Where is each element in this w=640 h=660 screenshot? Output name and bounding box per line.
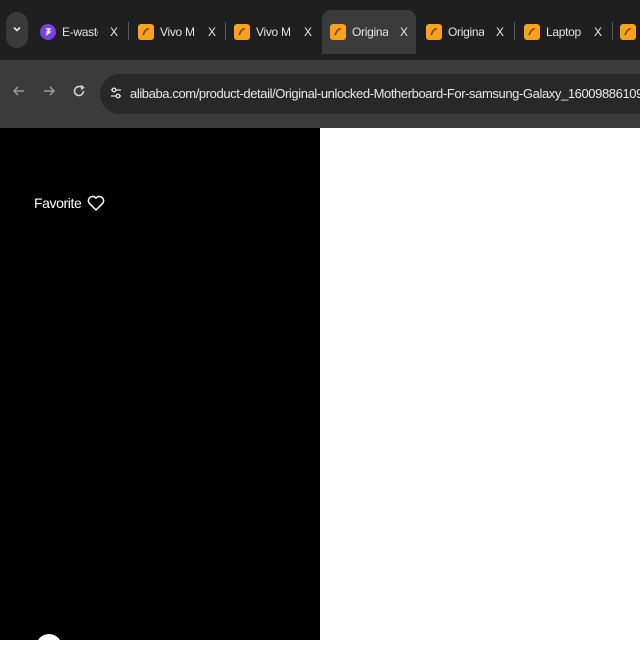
close-icon[interactable]: X xyxy=(208,25,216,39)
tab-vivo-1[interactable]: Vivo M X xyxy=(130,10,226,54)
reload-button[interactable] xyxy=(68,82,90,104)
tune-icon xyxy=(109,86,123,103)
forward-button[interactable] xyxy=(38,82,60,104)
alibaba-icon xyxy=(330,24,346,40)
address-bar[interactable]: alibaba.com/product-detail/Original-unlo… xyxy=(100,74,640,114)
tab-separator xyxy=(128,22,129,40)
tab-title: Vivo M xyxy=(160,25,195,39)
tab-partial[interactable] xyxy=(614,10,640,54)
favorite-button[interactable]: Favorite xyxy=(34,192,107,214)
alibaba-icon xyxy=(138,24,154,40)
carousel-indicator[interactable] xyxy=(36,634,62,660)
close-icon[interactable]: X xyxy=(496,25,504,39)
alibaba-icon xyxy=(524,24,540,40)
tab-e-waste[interactable]: E-waste X xyxy=(32,10,128,54)
arrow-right-icon xyxy=(42,84,56,103)
favorite-label: Favorite xyxy=(34,195,82,211)
reload-icon xyxy=(72,84,86,103)
site-info-button[interactable] xyxy=(106,84,126,104)
close-icon[interactable]: X xyxy=(400,25,408,39)
product-image-panel: Favorite xyxy=(0,128,320,660)
tab-separator xyxy=(612,22,613,40)
alibaba-icon xyxy=(426,24,442,40)
purple-logo-icon xyxy=(40,24,56,40)
tab-original-2[interactable]: Original X xyxy=(418,10,514,54)
alibaba-icon xyxy=(234,24,250,40)
page-content: Favorite xyxy=(0,128,640,660)
close-icon[interactable]: X xyxy=(110,25,118,39)
alibaba-icon xyxy=(620,24,636,40)
tab-title: Vivo M xyxy=(256,25,291,39)
close-icon[interactable]: X xyxy=(304,25,312,39)
browser-toolbar: alibaba.com/product-detail/Original-unlo… xyxy=(0,60,640,128)
tab-vivo-2[interactable]: Vivo M X xyxy=(226,10,322,54)
tab-strip: E-waste X Vivo M X Vivo M X Original X xyxy=(0,0,640,60)
arrow-left-icon xyxy=(12,84,26,103)
tab-title: Original xyxy=(352,25,388,39)
blank-content-area xyxy=(320,128,640,640)
tab-laptop[interactable]: Laptop X xyxy=(516,10,612,54)
browser-window: E-waste X Vivo M X Vivo M X Original X xyxy=(0,0,640,660)
tab-original-active[interactable]: Original X xyxy=(322,10,416,54)
heart-icon xyxy=(85,192,107,214)
tab-title: Original xyxy=(448,25,484,39)
tab-title: Laptop xyxy=(546,25,581,39)
chevron-down-icon xyxy=(12,24,22,37)
tab-search-button[interactable] xyxy=(6,12,28,48)
tab-title: E-waste xyxy=(62,25,98,39)
url-text[interactable]: alibaba.com/product-detail/Original-unlo… xyxy=(130,86,640,101)
close-icon[interactable]: X xyxy=(594,25,602,39)
back-button[interactable] xyxy=(8,82,30,104)
tab-separator xyxy=(514,22,515,40)
